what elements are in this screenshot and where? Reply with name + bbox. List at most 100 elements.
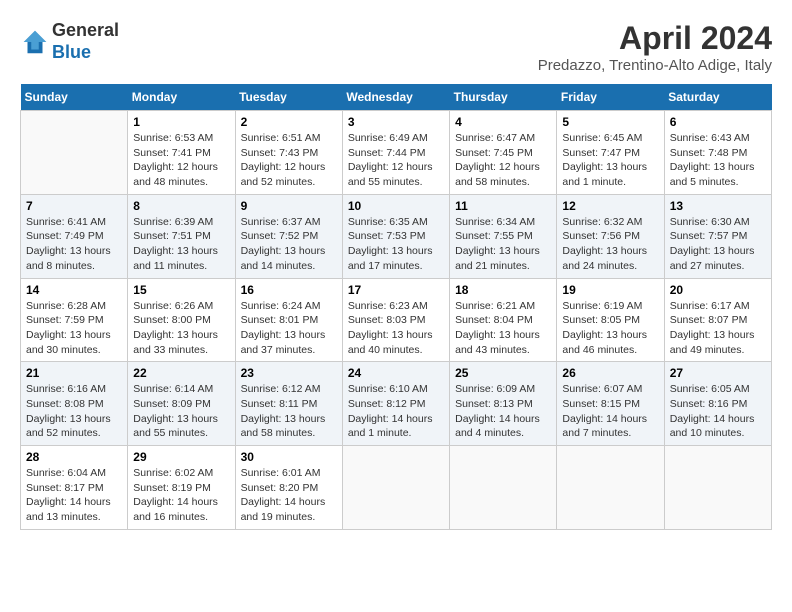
page-header: General Blue April 2024 Predazzo, Trenti… [20, 20, 772, 74]
calendar-day-cell: 21 Sunrise: 6:16 AMSunset: 8:08 PMDayligh… [21, 362, 128, 446]
day-number: 6 [670, 115, 766, 129]
calendar-day-cell [664, 446, 771, 530]
calendar-day-cell [450, 446, 557, 530]
day-number: 13 [670, 199, 766, 213]
day-info: Sunrise: 6:51 AMSunset: 7:43 PMDaylight:… [241, 131, 337, 190]
day-info: Sunrise: 6:02 AMSunset: 8:19 PMDaylight:… [133, 466, 229, 525]
day-number: 23 [241, 366, 337, 380]
day-number: 7 [26, 199, 122, 213]
day-info: Sunrise: 6:19 AMSunset: 8:05 PMDaylight:… [562, 299, 658, 358]
logo-icon [20, 27, 50, 57]
day-number: 11 [455, 199, 551, 213]
calendar-day-cell: 27 Sunrise: 6:05 AMSunset: 8:16 PMDayligh… [664, 362, 771, 446]
calendar-week-row: 14Sunrise: 6:28 AMSunset: 7:59 PMDayligh… [21, 278, 772, 362]
day-info: Sunrise: 6:17 AMSunset: 8:07 PMDaylight:… [670, 299, 766, 358]
calendar-day-cell: 29 Sunrise: 6:02 AMSunset: 8:19 PMDayligh… [128, 446, 235, 530]
calendar-day-cell: 20Sunrise: 6:17 AMSunset: 8:07 PMDayligh… [664, 278, 771, 362]
day-number: 4 [455, 115, 551, 129]
day-info: Sunrise: 6:30 AMSunset: 7:57 PMDaylight:… [670, 215, 766, 274]
day-info: Sunrise: 6:49 AMSunset: 7:44 PMDaylight:… [348, 131, 444, 190]
day-info: Sunrise: 6:37 AMSunset: 7:52 PMDaylight:… [241, 215, 337, 274]
day-info: Sunrise: 6:21 AMSunset: 8:04 PMDaylight:… [455, 299, 551, 358]
day-of-week-header: Friday [557, 84, 664, 111]
day-number: 1 [133, 115, 229, 129]
location: Predazzo, Trentino-Alto Adige, Italy [538, 57, 772, 74]
calendar-day-cell: 18 Sunrise: 6:21 AMSunset: 8:04 PMDayligh… [450, 278, 557, 362]
logo-line1: General [52, 20, 119, 42]
day-info: Sunrise: 6:04 AMSunset: 8:17 PMDaylight:… [26, 466, 122, 525]
calendar-day-cell: 17 Sunrise: 6:23 AMSunset: 8:03 PMDayligh… [342, 278, 449, 362]
calendar-day-cell: 24 Sunrise: 6:10 AMSunset: 8:12 PMDayligh… [342, 362, 449, 446]
calendar-day-cell: 8Sunrise: 6:39 AMSunset: 7:51 PMDaylight… [128, 194, 235, 278]
calendar-day-cell: 26Sunrise: 6:07 AMSunset: 8:15 PMDayligh… [557, 362, 664, 446]
calendar-day-cell: 25 Sunrise: 6:09 AMSunset: 8:13 PMDayligh… [450, 362, 557, 446]
calendar-day-cell: 10 Sunrise: 6:35 AMSunset: 7:53 PMDayligh… [342, 194, 449, 278]
day-info: Sunrise: 6:14 AMSunset: 8:09 PMDaylight:… [133, 382, 229, 441]
calendar-table: SundayMondayTuesdayWednesdayThursdayFrid… [20, 84, 772, 530]
calendar-day-cell: 5 Sunrise: 6:45 AMSunset: 7:47 PMDaylight… [557, 111, 664, 195]
calendar-day-cell: 13 Sunrise: 6:30 AMSunset: 7:57 PMDayligh… [664, 194, 771, 278]
day-number: 17 [348, 283, 444, 297]
calendar-day-cell: 11Sunrise: 6:34 AMSunset: 7:55 PMDayligh… [450, 194, 557, 278]
day-number: 5 [562, 115, 658, 129]
day-info: Sunrise: 6:47 AMSunset: 7:45 PMDaylight:… [455, 131, 551, 190]
calendar-day-cell: 16Sunrise: 6:24 AMSunset: 8:01 PMDayligh… [235, 278, 342, 362]
day-number: 10 [348, 199, 444, 213]
month-year: April 2024 [538, 20, 772, 57]
day-number: 27 [670, 366, 766, 380]
day-of-week-header: Wednesday [342, 84, 449, 111]
day-number: 22 [133, 366, 229, 380]
calendar-week-row: 28 Sunrise: 6:04 AMSunset: 8:17 PMDayligh… [21, 446, 772, 530]
calendar-day-cell: 4 Sunrise: 6:47 AMSunset: 7:45 PMDaylight… [450, 111, 557, 195]
day-of-week-header: Monday [128, 84, 235, 111]
day-number: 12 [562, 199, 658, 213]
calendar-day-cell: 1 Sunrise: 6:53 AMSunset: 7:41 PMDaylight… [128, 111, 235, 195]
day-number: 2 [241, 115, 337, 129]
header-row: SundayMondayTuesdayWednesdayThursdayFrid… [21, 84, 772, 111]
title-block: April 2024 Predazzo, Trentino-Alto Adige… [538, 20, 772, 74]
day-number: 19 [562, 283, 658, 297]
calendar-day-cell: 19 Sunrise: 6:19 AMSunset: 8:05 PMDayligh… [557, 278, 664, 362]
day-number: 24 [348, 366, 444, 380]
day-number: 28 [26, 450, 122, 464]
day-of-week-header: Sunday [21, 84, 128, 111]
day-info: Sunrise: 6:07 AMSunset: 8:15 PMDaylight:… [562, 382, 658, 441]
calendar-day-cell: 12 Sunrise: 6:32 AMSunset: 7:56 PMDayligh… [557, 194, 664, 278]
day-number: 30 [241, 450, 337, 464]
day-info: Sunrise: 6:23 AMSunset: 8:03 PMDaylight:… [348, 299, 444, 358]
calendar-day-cell: 14Sunrise: 6:28 AMSunset: 7:59 PMDayligh… [21, 278, 128, 362]
day-of-week-header: Saturday [664, 84, 771, 111]
day-info: Sunrise: 6:05 AMSunset: 8:16 PMDaylight:… [670, 382, 766, 441]
day-info: Sunrise: 6:35 AMSunset: 7:53 PMDaylight:… [348, 215, 444, 274]
logo: General Blue [20, 20, 119, 63]
calendar-day-cell: 2 Sunrise: 6:51 AMSunset: 7:43 PMDaylight… [235, 111, 342, 195]
day-info: Sunrise: 6:09 AMSunset: 8:13 PMDaylight:… [455, 382, 551, 441]
calendar-week-row: 7Sunrise: 6:41 AMSunset: 7:49 PMDaylight… [21, 194, 772, 278]
calendar-day-cell: 6Sunrise: 6:43 AMSunset: 7:48 PMDaylight… [664, 111, 771, 195]
calendar-day-cell: 28 Sunrise: 6:04 AMSunset: 8:17 PMDayligh… [21, 446, 128, 530]
day-number: 18 [455, 283, 551, 297]
day-number: 3 [348, 115, 444, 129]
day-number: 8 [133, 199, 229, 213]
day-number: 29 [133, 450, 229, 464]
day-info: Sunrise: 6:10 AMSunset: 8:12 PMDaylight:… [348, 382, 444, 441]
day-info: Sunrise: 6:53 AMSunset: 7:41 PMDaylight:… [133, 131, 229, 190]
day-number: 14 [26, 283, 122, 297]
calendar-day-cell: 9 Sunrise: 6:37 AMSunset: 7:52 PMDaylight… [235, 194, 342, 278]
day-number: 25 [455, 366, 551, 380]
day-info: Sunrise: 6:32 AMSunset: 7:56 PMDaylight:… [562, 215, 658, 274]
day-info: Sunrise: 6:45 AMSunset: 7:47 PMDaylight:… [562, 131, 658, 190]
calendar-day-cell: 22 Sunrise: 6:14 AMSunset: 8:09 PMDayligh… [128, 362, 235, 446]
calendar-day-cell [557, 446, 664, 530]
day-number: 15 [133, 283, 229, 297]
calendar-week-row: 1 Sunrise: 6:53 AMSunset: 7:41 PMDaylight… [21, 111, 772, 195]
calendar-day-cell [21, 111, 128, 195]
day-info: Sunrise: 6:01 AMSunset: 8:20 PMDaylight:… [241, 466, 337, 525]
day-info: Sunrise: 6:16 AMSunset: 8:08 PMDaylight:… [26, 382, 122, 441]
day-of-week-header: Tuesday [235, 84, 342, 111]
day-number: 9 [241, 199, 337, 213]
calendar-day-cell: 23Sunrise: 6:12 AMSunset: 8:11 PMDayligh… [235, 362, 342, 446]
calendar-day-cell: 30 Sunrise: 6:01 AMSunset: 8:20 PMDayligh… [235, 446, 342, 530]
day-info: Sunrise: 6:24 AMSunset: 8:01 PMDaylight:… [241, 299, 337, 358]
day-number: 21 [26, 366, 122, 380]
